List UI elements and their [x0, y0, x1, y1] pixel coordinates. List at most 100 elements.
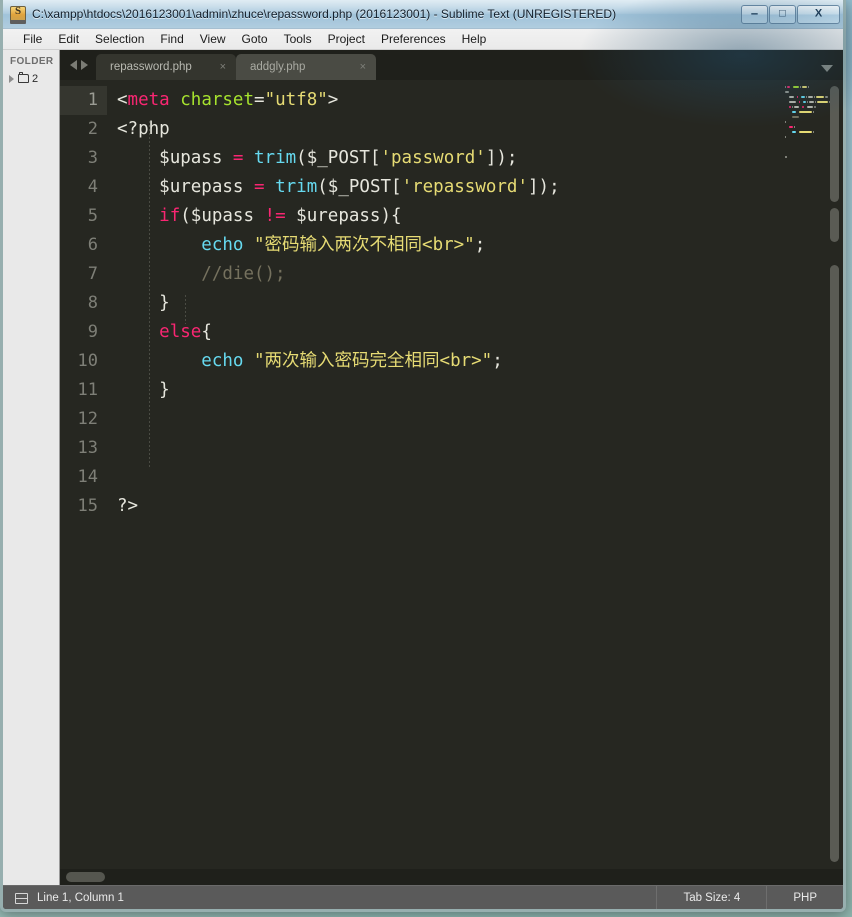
- menu-item-tools[interactable]: Tools: [276, 31, 320, 48]
- minimap-token: [789, 126, 793, 128]
- syntax-label[interactable]: PHP: [767, 892, 843, 904]
- code-line[interactable]: [107, 405, 781, 434]
- sidebar-toggle-icon[interactable]: [15, 892, 28, 904]
- vertical-scrollbar[interactable]: [828, 80, 841, 869]
- maximize-icon: □: [779, 7, 786, 20]
- vertical-scrollbar-thumb-3[interactable]: [830, 265, 839, 862]
- vertical-scrollbar-thumb-2[interactable]: [830, 208, 839, 242]
- menu-item-find[interactable]: Find: [152, 31, 191, 48]
- code-token: ?>: [117, 496, 139, 516]
- minimap-gap: [785, 96, 788, 98]
- code-token: echo: [201, 235, 244, 255]
- minimap-token: [797, 96, 799, 98]
- menu-item-edit[interactable]: Edit: [50, 31, 87, 48]
- minimap-gap: [785, 116, 791, 118]
- tab-prev-icon[interactable]: [70, 60, 77, 70]
- minimap-gap: [797, 131, 798, 133]
- code-token: ;: [492, 351, 503, 371]
- code-token: =: [254, 90, 265, 110]
- code-token: 'repassword': [401, 177, 528, 197]
- code-line[interactable]: <meta charset="utf8">: [107, 86, 781, 115]
- menu-item-goto[interactable]: Goto: [234, 31, 276, 48]
- code-token: //die();: [201, 264, 286, 284]
- minimap-token: [807, 101, 809, 103]
- code-token: charset: [180, 90, 255, 110]
- menu-item-help[interactable]: Help: [454, 31, 495, 48]
- menu-item-preferences[interactable]: Preferences: [373, 31, 454, 48]
- horizontal-scrollbar-thumb[interactable]: [66, 872, 105, 882]
- code-line[interactable]: [107, 463, 781, 492]
- tab-repassword-php[interactable]: repassword.php ×: [96, 54, 236, 80]
- tab-addgly-php[interactable]: addgly.php ×: [236, 54, 376, 80]
- minimap-token: [787, 86, 791, 88]
- chevron-right-icon[interactable]: [9, 74, 14, 83]
- minimize-icon: –: [750, 5, 759, 21]
- minimap-token: [813, 131, 815, 133]
- minimap-token: [789, 96, 795, 98]
- minimap-token: [817, 101, 828, 103]
- close-button[interactable]: X: [797, 4, 840, 24]
- minimap-token: [793, 86, 800, 88]
- tab-close-icon[interactable]: ×: [360, 61, 366, 73]
- tab-next-icon[interactable]: [81, 60, 88, 70]
- code-line[interactable]: if($upass != $urepass){: [107, 202, 781, 231]
- tab-size-label[interactable]: Tab Size: 4: [657, 892, 766, 904]
- menu-item-file[interactable]: File: [15, 31, 50, 48]
- code-line[interactable]: else{: [107, 318, 781, 347]
- code-line[interactable]: [107, 434, 781, 463]
- tab-nav-arrows: [60, 50, 96, 80]
- minimap-token: [801, 106, 804, 108]
- window-controls: – □ X: [740, 4, 840, 24]
- code-line[interactable]: echo "两次输入密码完全相同<br>";: [107, 347, 781, 376]
- sidebar-folder-item[interactable]: 2: [3, 70, 59, 87]
- minimap-token: [789, 106, 791, 108]
- menu-item-view[interactable]: View: [192, 31, 234, 48]
- code-line[interactable]: ?>: [107, 492, 781, 521]
- tab-close-icon[interactable]: ×: [220, 61, 226, 73]
- minimap-gap: [799, 96, 800, 98]
- desktop-background: C:\xampp\htdocs\2016123001\admin\zhuce\r…: [0, 0, 852, 917]
- maximize-button[interactable]: □: [769, 4, 796, 24]
- minimap-token: [809, 101, 815, 103]
- code-token: }: [117, 293, 170, 313]
- code-line[interactable]: }: [107, 376, 781, 405]
- minimap-gap: [785, 126, 788, 128]
- minimap-token: [789, 101, 796, 103]
- minimap-token: [801, 96, 805, 98]
- minimize-button[interactable]: –: [741, 4, 768, 24]
- minimap-token: [815, 96, 825, 98]
- horizontal-scrollbar[interactable]: [60, 869, 843, 885]
- code-token: "两次输入密码完全相同<br>": [254, 351, 493, 371]
- vertical-scrollbar-thumb-1[interactable]: [830, 86, 839, 202]
- menu-item-project[interactable]: Project: [320, 31, 373, 48]
- code-line[interactable]: $urepass = trim($_POST['repassword']);: [107, 173, 781, 202]
- chevron-down-icon[interactable]: [821, 65, 833, 72]
- code-text-area[interactable]: <meta charset="utf8"> <?php $upass = trim…: [107, 80, 781, 869]
- menu-bar: File Edit Selection Find View Goto Tools Projec…: [3, 29, 843, 50]
- close-icon: X: [814, 7, 823, 20]
- code-token: trim: [254, 148, 297, 168]
- code-region: 1 2 3 4 5 6 7 8 9 10 11 12 13 14 15 <meta charset="utf…: [60, 80, 843, 869]
- line-number: 10: [77, 351, 98, 371]
- tab-label: repassword.php: [110, 61, 192, 73]
- code-token: (: [317, 177, 328, 197]
- minimap-token: [798, 131, 813, 133]
- minimap-token: [798, 111, 812, 113]
- title-bar: C:\xampp\htdocs\2016123001\admin\zhuce\r…: [3, 0, 843, 29]
- code-line[interactable]: echo "密码输入两次不相同<br>";: [107, 231, 781, 260]
- code-line[interactable]: $upass = trim($_POST['password']);: [107, 144, 781, 173]
- code-line[interactable]: }: [107, 289, 781, 318]
- minimap-gap: [791, 86, 792, 88]
- minimap-gap: [797, 101, 798, 103]
- menu-item-selection[interactable]: Selection: [87, 31, 152, 48]
- code-line[interactable]: //die();: [107, 260, 781, 289]
- code-line[interactable]: <?php: [107, 115, 781, 144]
- minimap[interactable]: [781, 80, 843, 869]
